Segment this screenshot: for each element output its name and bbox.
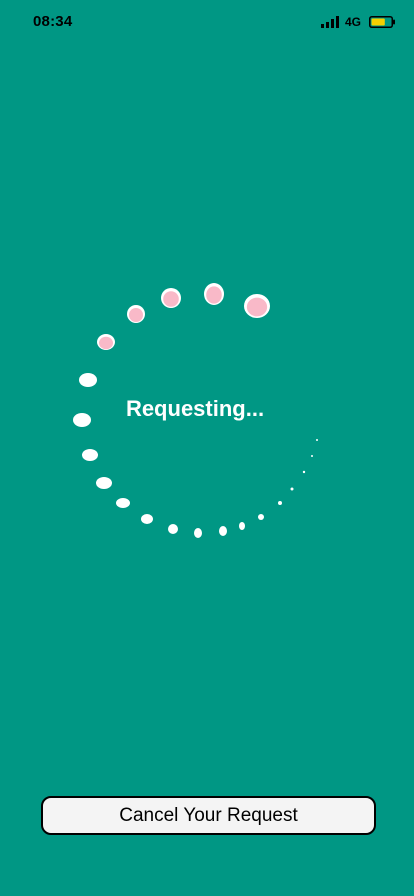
spinner-dot [206, 286, 222, 304]
loading-spinner [73, 283, 318, 538]
spinner-dot [302, 470, 306, 474]
spinner-dot [194, 528, 202, 538]
spinner-dot [311, 455, 313, 457]
spinner-dot [168, 524, 178, 534]
cancel-request-button[interactable]: Cancel Your Request [41, 796, 376, 835]
spinner-dot [128, 307, 144, 323]
spinner-dot [79, 373, 97, 387]
spinner-dot [98, 336, 114, 350]
spinner-dot [290, 487, 294, 491]
spinner-dot [258, 514, 264, 520]
spinner-dot [246, 297, 268, 317]
loading-label: Requesting... [125, 396, 265, 421]
spinner-dot [316, 439, 318, 441]
spinner-dot [82, 449, 98, 461]
spinner-dot [163, 291, 179, 307]
spinner-dot [219, 526, 227, 536]
spinner-dot [96, 477, 112, 489]
spinner-dot [239, 522, 245, 530]
spinner-dot [116, 498, 130, 508]
spinner-dot [141, 514, 153, 524]
spinner-dot [278, 501, 282, 505]
